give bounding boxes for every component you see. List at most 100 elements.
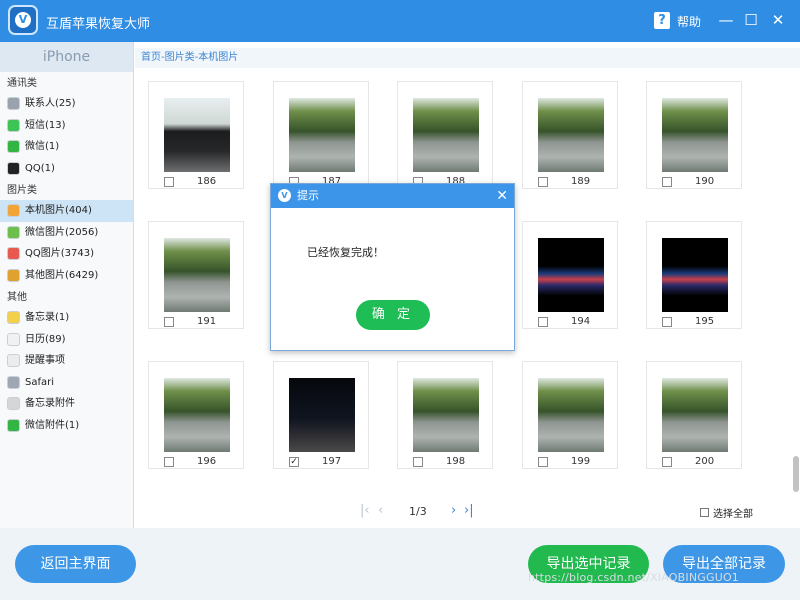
minimize-button[interactable]: — bbox=[716, 10, 736, 30]
photo-number: 186 bbox=[197, 176, 217, 187]
dialog-close-button[interactable]: ✕ bbox=[496, 184, 508, 208]
photo-image[interactable] bbox=[538, 98, 604, 172]
photo-image[interactable] bbox=[164, 378, 230, 452]
reminders-icon bbox=[7, 354, 20, 368]
title-bar: V 互盾苹果恢复大师 ? 帮助 — ☐ ✕ bbox=[0, 0, 800, 42]
sidebar-item[interactable]: 微信图片(2056) bbox=[0, 222, 133, 244]
contacts-icon bbox=[7, 97, 20, 111]
select-all[interactable]: 选择全部 bbox=[700, 505, 753, 520]
completion-dialog: V 提示 ✕ 已经恢复完成！ 确 定 bbox=[270, 183, 515, 351]
photo-checkbox[interactable] bbox=[662, 457, 672, 467]
sidebar: iPhone 通讯类 联系人(25) 短信(13) 微信(1) QQ(1) 图片类 本机图片… bbox=[0, 42, 134, 528]
sidebar-item[interactable]: 短信(13) bbox=[0, 115, 133, 137]
dialog-logo-icon: V bbox=[278, 189, 291, 202]
photo-image[interactable] bbox=[662, 378, 728, 452]
photo-thumbnail[interactable]: 194 bbox=[522, 221, 618, 329]
sidebar-item[interactable]: 联系人(25) bbox=[0, 93, 133, 115]
sidebar-item[interactable]: QQ图片(3743) bbox=[0, 243, 133, 265]
photo-thumbnail[interactable]: 198 bbox=[397, 361, 493, 469]
photo-checkbox[interactable] bbox=[413, 457, 423, 467]
select-all-checkbox[interactable] bbox=[700, 508, 709, 517]
back-to-main-button[interactable]: 返回主界面 bbox=[15, 545, 136, 583]
sidebar-item-label: 短信(13) bbox=[25, 119, 66, 131]
photo-thumbnail[interactable]: 196 bbox=[148, 361, 244, 469]
photos-icon bbox=[7, 204, 20, 218]
first-page-button[interactable]: |‹ bbox=[360, 503, 370, 518]
sidebar-item-label: 微信图片(2056) bbox=[25, 226, 99, 238]
photo-thumbnail[interactable]: ✓ 197 bbox=[273, 361, 369, 469]
photo-image[interactable] bbox=[662, 238, 728, 312]
dialog-title: 提示 bbox=[297, 189, 319, 202]
sidebar-section-title: 通讯类 bbox=[7, 78, 37, 89]
photo-thumbnail[interactable]: 186 bbox=[148, 81, 244, 189]
sidebar-item[interactable]: 微信(1) bbox=[0, 136, 133, 158]
photo-thumbnail[interactable]: 187 bbox=[273, 81, 369, 189]
photo-number: 200 bbox=[695, 456, 715, 467]
sidebar-item-label: 备忘录附件 bbox=[25, 398, 75, 409]
photo-thumbnail[interactable]: 199 bbox=[522, 361, 618, 469]
app-logo-icon: V bbox=[8, 5, 38, 35]
photo-thumbnail[interactable]: 189 bbox=[522, 81, 618, 189]
sidebar-item[interactable]: 备忘录(1) bbox=[0, 307, 133, 329]
sidebar-item-label: 本机图片(404) bbox=[25, 205, 92, 216]
photo-checkbox[interactable] bbox=[538, 177, 548, 187]
photo-image[interactable] bbox=[662, 98, 728, 172]
qq-photos-icon bbox=[7, 247, 20, 261]
photo-checkbox[interactable]: ✓ bbox=[289, 457, 299, 467]
sidebar-item[interactable]: 微信附件(1) bbox=[0, 415, 133, 437]
sidebar-item[interactable]: 提醒事项 bbox=[0, 350, 133, 372]
sidebar-item-label: 微信(1) bbox=[25, 141, 60, 152]
sidebar-item-label: QQ图片(3743) bbox=[25, 248, 94, 259]
sidebar-item-label: Safari bbox=[25, 376, 55, 388]
sidebar-item[interactable]: QQ(1) bbox=[0, 158, 133, 180]
photo-thumbnail[interactable]: 190 bbox=[646, 81, 742, 189]
photo-thumbnail[interactable]: 200 bbox=[646, 361, 742, 469]
photo-checkbox[interactable] bbox=[662, 177, 672, 187]
last-page-button[interactable]: ›| bbox=[464, 503, 474, 518]
photo-thumbnail[interactable]: 188 bbox=[397, 81, 493, 189]
sidebar-item[interactable]: 备忘录附件 bbox=[0, 393, 133, 415]
app-title: 互盾苹果恢复大师 bbox=[46, 17, 151, 32]
photo-number: 199 bbox=[571, 456, 591, 467]
photo-checkbox[interactable] bbox=[164, 457, 174, 467]
page-indicator: 1/3 bbox=[409, 505, 427, 518]
photo-number: 195 bbox=[695, 316, 715, 327]
photo-thumbnail[interactable]: 191 bbox=[148, 221, 244, 329]
photo-image[interactable] bbox=[164, 98, 230, 172]
sidebar-item-label: 日历(89) bbox=[25, 333, 66, 345]
breadcrumb[interactable]: 首页-图片类-本机图片 bbox=[135, 48, 800, 68]
photo-number: 189 bbox=[571, 176, 591, 187]
photo-checkbox[interactable] bbox=[538, 457, 548, 467]
photo-checkbox[interactable] bbox=[164, 317, 174, 327]
sidebar-item[interactable]: Safari bbox=[0, 372, 133, 394]
dialog-ok-button[interactable]: 确 定 bbox=[356, 300, 430, 330]
dialog-message: 已经恢复完成！ bbox=[307, 246, 384, 259]
sidebar-item[interactable]: 本机图片(404) bbox=[0, 200, 133, 222]
photo-checkbox[interactable] bbox=[164, 177, 174, 187]
photo-image[interactable] bbox=[289, 98, 355, 172]
sidebar-item[interactable]: 其他图片(6429) bbox=[0, 265, 133, 287]
photo-image[interactable] bbox=[538, 378, 604, 452]
wechat-photos-icon bbox=[7, 225, 20, 239]
photo-number: 191 bbox=[197, 316, 217, 327]
sidebar-item-label: 微信附件(1) bbox=[25, 419, 80, 431]
maximize-button[interactable]: ☐ bbox=[741, 10, 761, 30]
next-page-button[interactable]: › bbox=[451, 503, 456, 518]
notes-attachment-icon bbox=[7, 397, 20, 411]
photo-image[interactable] bbox=[164, 238, 230, 312]
photo-number: 198 bbox=[446, 456, 466, 467]
close-button[interactable]: ✕ bbox=[768, 10, 788, 30]
photo-checkbox[interactable] bbox=[538, 317, 548, 327]
photo-image[interactable] bbox=[413, 98, 479, 172]
help-button[interactable]: 帮助 bbox=[677, 13, 701, 30]
prev-page-button[interactable]: ‹ bbox=[378, 503, 383, 518]
calendar-icon bbox=[7, 332, 20, 346]
photo-image[interactable] bbox=[289, 378, 355, 452]
photo-image[interactable] bbox=[538, 238, 604, 312]
photo-image[interactable] bbox=[413, 378, 479, 452]
help-icon[interactable]: ? bbox=[654, 12, 670, 29]
scrollbar-thumb[interactable] bbox=[793, 456, 799, 492]
sidebar-item[interactable]: 日历(89) bbox=[0, 329, 133, 351]
photo-checkbox[interactable] bbox=[662, 317, 672, 327]
photo-thumbnail[interactable]: 195 bbox=[646, 221, 742, 329]
